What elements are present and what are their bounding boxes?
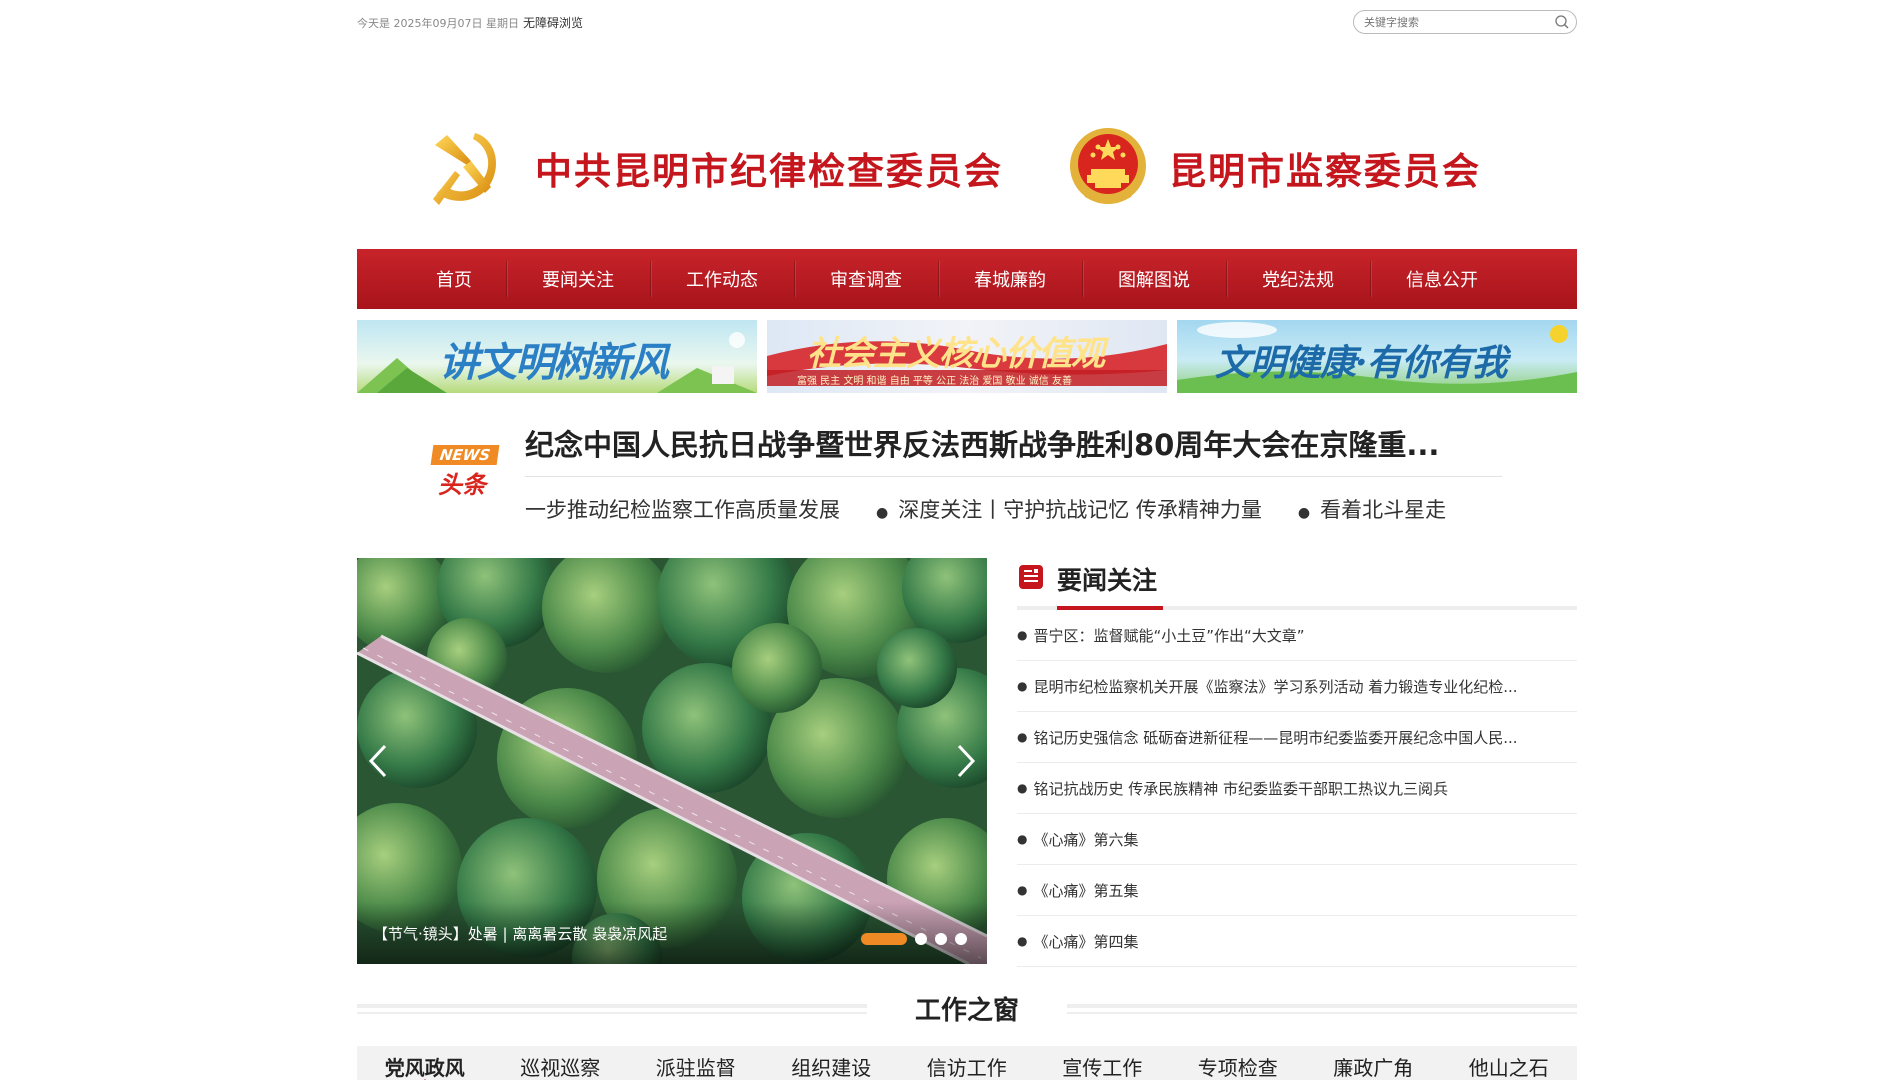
nav-item-investigation[interactable]: 审查调查: [794, 249, 938, 309]
carousel-next-icon[interactable]: [951, 738, 981, 784]
news-headline-badge: NEWS 头条: [430, 445, 500, 503]
tab-party-style[interactable]: 党风政风: [357, 1046, 493, 1080]
ccdi-title: 中共昆明市纪律检查委员会: [535, 149, 1003, 193]
headline-sub-ticker: 一步推动纪检监察工作高质量发展 ● 深度关注丨守护抗战记忆 传承精神力量 ● 看着北斗星…: [525, 494, 1502, 524]
supervision-logo-block[interactable]: 昆明市监察委员会: [1067, 118, 1481, 218]
list-item-title: 昆明市纪检监察机关开展《监察法》学习系列活动 着力锻造专业化纪检...: [1033, 677, 1518, 696]
ccdi-logo-block[interactable]: 中共昆明市纪律检查委员会: [427, 118, 1003, 218]
headline-sub-item[interactable]: 一步推动纪检监察工作高质量发展: [525, 498, 840, 522]
list-item-title: 《心痛》第四集: [1033, 932, 1139, 951]
banner-civilization-text: 讲文明树新风: [439, 339, 669, 386]
party-emblem-icon: [433, 133, 497, 205]
list-bullet: ●: [1017, 730, 1028, 744]
tab-other-stones[interactable]: 他山之石: [1441, 1046, 1577, 1080]
tab-inspection-tours[interactable]: 巡视巡察: [493, 1046, 629, 1080]
tab-petitions[interactable]: 信访工作: [899, 1046, 1035, 1080]
carousel-dot[interactable]: [935, 933, 947, 945]
banner-health-text: 文明健康·有你有我: [1215, 342, 1508, 384]
headline-sub-item[interactable]: 深度关注丨守护抗战记忆 传承精神力量: [898, 498, 1262, 522]
banner-core-values-sub: 富强 民主 文明 和谐 自由 平等 公正 法治 爱国 敬业 诚信 友善: [797, 376, 1072, 387]
news-focus-list: ● 晋宁区：监督赋能“小土豆”作出“大文章” ● 昆明市纪检监察机关开展《监察法》学…: [1017, 610, 1577, 967]
list-item[interactable]: ● 《心痛》第五集: [1017, 865, 1577, 916]
list-item-title: 铭记历史强信念 砥砺奋进新征程——昆明市纪委监委开展纪念中国人民...: [1033, 728, 1518, 747]
carousel-pagination: [861, 933, 967, 945]
news-focus-header: 要闻关注: [1017, 558, 1577, 610]
ticker-bullet: ●: [876, 505, 889, 521]
nav-item-home[interactable]: 首页: [402, 249, 506, 309]
carousel-prev-icon[interactable]: [363, 738, 393, 784]
carousel-dot[interactable]: [915, 933, 927, 945]
list-item[interactable]: ● 晋宁区：监督赋能“小土豆”作出“大文章”: [1017, 610, 1577, 661]
national-emblem-icon: [1070, 128, 1146, 204]
tab-organization[interactable]: 组织建设: [764, 1046, 900, 1080]
search-box: [1353, 10, 1577, 34]
list-bullet: ●: [1017, 679, 1028, 693]
headline-divider: [525, 476, 1502, 477]
carousel-dot[interactable]: [861, 933, 907, 945]
list-bullet: ●: [1017, 934, 1028, 948]
banner-health[interactable]: 文明健康·有你有我: [1177, 320, 1577, 393]
search-input[interactable]: [1364, 14, 1544, 30]
top-bar: 今天是 2025年09月07日 星期日 无障碍浏览: [357, 10, 1577, 38]
accessibility-link[interactable]: 无障碍浏览: [523, 16, 583, 30]
date-text: 今天是 2025年09月07日 星期日: [357, 17, 519, 30]
tab-special-inspection[interactable]: 专项检查: [1170, 1046, 1306, 1080]
date-info: 今天是 2025年09月07日 星期日 无障碍浏览: [357, 14, 583, 31]
site-header: 中共昆明市纪律检查委员会 昆明市监察委员会: [357, 118, 1577, 218]
nav-item-chuncheng-lianyun[interactable]: 春城廉韵: [938, 249, 1082, 309]
main-nav: 首页 要闻关注 工作动态 审查调查 春城廉韵 图解图说 党纪法规 信息公开: [357, 249, 1577, 309]
ticker-bullet: ●: [1297, 505, 1311, 521]
headline-title[interactable]: 纪念中国人民抗日战争暨世界反法西斯战争胜利80周年大会在京隆重...: [525, 422, 1495, 464]
list-item[interactable]: ● 《心痛》第四集: [1017, 916, 1577, 967]
work-window-header: 工作之窗: [357, 990, 1577, 1030]
carousel-caption[interactable]: 【节气·镜头】处暑 | 离离暑云散 袅袅凉风起: [373, 923, 667, 944]
tab-publicity[interactable]: 宣传工作: [1035, 1046, 1171, 1080]
photo-carousel: 【节气·镜头】处暑 | 离离暑云散 袅袅凉风起: [357, 558, 987, 964]
list-item[interactable]: ● 昆明市纪检监察机关开展《监察法》学习系列活动 着力锻造专业化纪检...: [1017, 661, 1577, 712]
headline-section: NEWS 头条 纪念中国人民抗日战争暨世界反法西斯战争胜利80周年大会在京隆重.…: [357, 410, 1577, 530]
nav-item-illustrations[interactable]: 图解图说: [1082, 249, 1226, 309]
list-bullet: ●: [1017, 781, 1028, 795]
nav-item-news-focus[interactable]: 要闻关注: [506, 249, 650, 309]
list-item[interactable]: ● 铭记历史强信念 砥砺奋进新征程——昆明市纪委监委开展纪念中国人民...: [1017, 712, 1577, 763]
tab-stationed-supervision[interactable]: 派驻监督: [628, 1046, 764, 1080]
list-item[interactable]: ● 铭记抗战历史 传承民族精神 市纪委监委干部职工热议九三阅兵: [1017, 763, 1577, 814]
list-item-title: 铭记抗战历史 传承民族精神 市纪委监委干部职工热议九三阅兵: [1033, 779, 1449, 798]
list-bullet: ●: [1017, 883, 1028, 897]
carousel-dot[interactable]: [955, 933, 967, 945]
search-icon[interactable]: [1554, 14, 1570, 30]
news-badge-top: NEWS: [430, 445, 500, 465]
list-item-title: 《心痛》第六集: [1033, 830, 1139, 849]
supervision-title: 昆明市监察委员会: [1169, 149, 1481, 193]
banner-core-values-text: 社会主义核心价值观: [807, 334, 1105, 374]
list-item[interactable]: ● 《心痛》第六集: [1017, 814, 1577, 865]
news-badge-bottom: 头条: [438, 470, 486, 499]
list-item-title: 《心痛》第五集: [1033, 881, 1139, 900]
news-focus-panel: 要闻关注 ● 晋宁区：监督赋能“小土豆”作出“大文章” ● 昆明市纪检监察机关开展《…: [1017, 558, 1577, 968]
work-window-tabs: 党风政风 巡视巡察 派驻监督 组织建设 信访工作 宣传工作 专项检查 廉政广角 …: [357, 1046, 1577, 1080]
banner-civilization[interactable]: 讲文明树新风: [357, 320, 757, 393]
list-item-title: 晋宁区：监督赋能“小土豆”作出“大文章”: [1033, 626, 1305, 645]
nav-item-info-disclosure[interactable]: 信息公开: [1370, 249, 1514, 309]
news-focus-title[interactable]: 要闻关注: [1057, 561, 1157, 597]
tab-integrity-view[interactable]: 廉政广角: [1306, 1046, 1442, 1080]
work-window-title: 工作之窗: [914, 996, 1019, 1026]
banner-row: 讲文明树新风 社会主义核心价值观 富强 民主 文明 和谐 自由 平等 公正 法治…: [357, 320, 1577, 394]
headline-sub-item[interactable]: 看着北斗星走: [1320, 498, 1446, 522]
newspaper-icon: [1019, 565, 1043, 589]
nav-item-regulations[interactable]: 党纪法规: [1226, 249, 1370, 309]
list-bullet: ●: [1017, 832, 1028, 846]
list-bullet: ●: [1017, 628, 1028, 642]
banner-core-values[interactable]: 社会主义核心价值观 富强 民主 文明 和谐 自由 平等 公正 法治 爱国 敬业 …: [767, 320, 1167, 393]
nav-item-work-updates[interactable]: 工作动态: [650, 249, 794, 309]
